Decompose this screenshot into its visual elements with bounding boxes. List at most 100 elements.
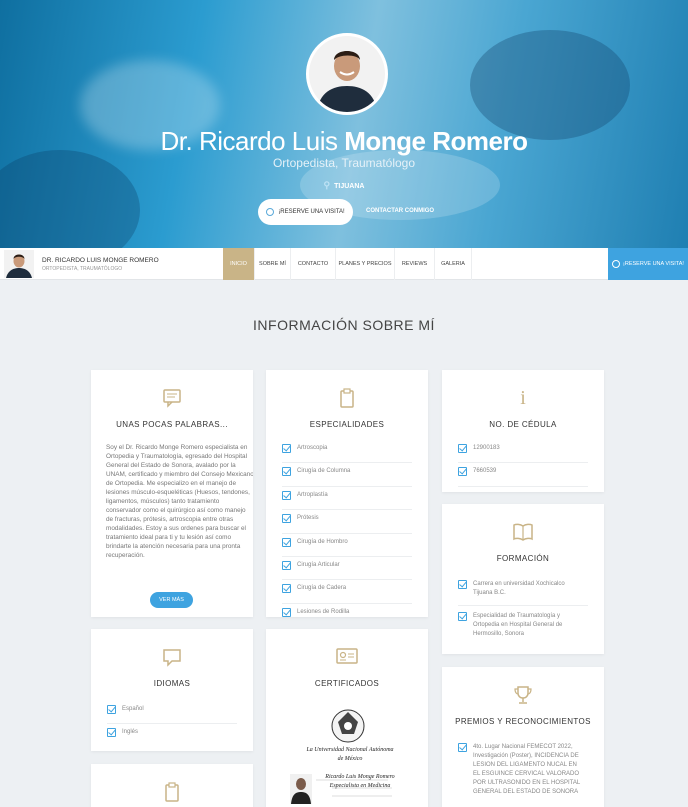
education-card: FORMACIÓN Carrera en universidad Xochica… (442, 504, 604, 654)
nav-item-sobre-mi[interactable]: SOBRE MÍ (255, 248, 291, 280)
checkbox-icon (282, 467, 291, 477)
checkbox-icon (282, 444, 291, 453)
nav-item-galeria[interactable]: GALERIA (435, 248, 472, 280)
certificate-line: La Universidad Nacional Autónoma (306, 747, 394, 753)
certificate-line: Ricardo Luis Monge Romero (325, 774, 395, 780)
see-more-button[interactable]: VER MÁS (150, 592, 193, 608)
doctor-location[interactable]: ⚲ TIJUANA (0, 180, 688, 191)
clipboard-icon (266, 388, 428, 412)
list-item-label: Inglés (122, 729, 139, 736)
checkbox-icon (107, 705, 116, 714)
checkbox-icon (282, 560, 291, 570)
education-list: Carrera en universidad Xochicalco Tijuan… (458, 576, 588, 644)
checkbox-icon (458, 467, 467, 477)
list-item-label: Artroplastía (297, 491, 328, 498)
list-item: Español (107, 701, 237, 725)
contact-me-link[interactable]: CONTACTAR CONMIGO (366, 208, 434, 214)
list-item-label: Cirugía de Hombro (297, 538, 348, 545)
nav-reserve-label: ¡RESERVE UNA VISITA! (623, 261, 684, 267)
list-item-label: Cirugía Articular (297, 561, 340, 568)
list-item-label: Lesiones de Rodilla (297, 608, 350, 615)
certificate-image[interactable]: La Universidad Nacional Autónoma de Méxi… (288, 704, 408, 807)
checkbox-icon (458, 444, 467, 453)
doctor-specialty: Ortopedista, Traumatólogo (272, 156, 416, 170)
hero-banner: Dr. Ricardo Luis Monge Romero Ortopedist… (0, 0, 688, 248)
list-item: Carrera en universidad Xochicalco Tijuan… (458, 576, 588, 606)
doctor-name: Dr. Ricardo Luis Monge Romero (0, 126, 688, 157)
certificate-text: La Universidad Nacional Autónoma de Méxi… (296, 746, 404, 791)
checkbox-icon (282, 584, 291, 594)
education-title: FORMACIÓN (496, 554, 550, 563)
list-item: 12900183 (458, 440, 588, 464)
list-item-label: Prótesis (297, 515, 319, 522)
checkbox-icon (282, 490, 291, 500)
specialties-list: Artroscopia Cirugía de Columna Artroplas… (282, 440, 412, 617)
certificate-line: Especialista en Medicina (329, 783, 391, 789)
location-label: TIJUANA (334, 183, 365, 190)
checkbox-icon (282, 537, 291, 547)
location-pin-icon: ⚲ (323, 180, 331, 190)
awards-title: PREMIOS Y RECONOCIMIENTOS (455, 717, 591, 726)
specialties-title: ESPECIALIDADES (309, 420, 385, 429)
license-card: i NO. DE CÉDULA 12900183 7660539 (442, 370, 604, 492)
checkbox-icon (458, 743, 467, 752)
list-item-label: Cirugía de Columna (297, 468, 351, 475)
reserve-visit-label: ¡RESERVE UNA VISITA! (278, 209, 345, 215)
nav-item-planes[interactable]: PLANES Y PRECIOS (336, 248, 395, 280)
book-icon (442, 522, 604, 546)
list-item-label: 4to. Lugar Nacional FEMECOT 2022, Invest… (473, 744, 581, 795)
awards-card: PREMIOS Y RECONOCIMIENTOS 4to. Lugar Nac… (442, 667, 604, 807)
about-text: Soy el Dr. Ricardo Monge Romero especial… (106, 444, 253, 559)
chat-bubble-icon (91, 647, 253, 671)
list-item: Inglés (107, 724, 237, 747)
list-item: Lesiones de Rodilla (282, 604, 412, 617)
nav-item-reviews[interactable]: REVIEWS (395, 248, 435, 280)
checkbox-icon (458, 612, 467, 621)
checkbox-icon (282, 514, 291, 524)
clock-icon (612, 260, 621, 268)
about-title: UNAS POCAS PALABRAS... (116, 420, 228, 429)
license-title: NO. DE CÉDULA (489, 420, 557, 429)
clipboard-icon (91, 782, 253, 806)
list-item: Cirugía de Hombro (282, 534, 412, 557)
specialties-card: ESPECIALIDADES Artroscopia Cirugía de Co… (266, 370, 428, 617)
nav-item-inicio[interactable]: INICIO (223, 248, 255, 280)
checkbox-icon (282, 607, 291, 617)
checkbox-icon (107, 728, 116, 738)
nav-avatar (4, 250, 34, 278)
about-card: UNAS POCAS PALABRAS... Soy el Dr. Ricard… (91, 370, 253, 617)
awards-list: 4to. Lugar Nacional FEMECOT 2022, Invest… (458, 739, 588, 807)
list-item-label: Español (122, 706, 144, 712)
speech-bubble-icon (91, 388, 253, 412)
list-item: 7660539 (458, 463, 588, 487)
hero-bg-blur (470, 30, 630, 140)
doctor-avatar (306, 33, 388, 115)
list-item-label: Cirugía de Cadera (297, 585, 347, 592)
list-item-label: Especialidad de Traumatología y Ortopedi… (473, 613, 563, 637)
nav-item-contacto[interactable]: CONTACTO (291, 248, 336, 280)
nav-reserve-button[interactable]: ¡RESERVE UNA VISITA! (608, 248, 688, 280)
sticky-nav: DR. RICARDO LUIS MONGE ROMERO ORTOPEDIST… (0, 248, 688, 280)
doctor-last-name: Monge Romero (344, 126, 528, 156)
list-item-label: 7660539 (473, 468, 497, 475)
list-item: Cirugía Articular (282, 557, 412, 581)
nav-doctor-specialty: ORTOPEDISTA, TRAUMATÓLOGO (42, 266, 123, 272)
info-icon: i (520, 387, 526, 409)
list-item-label: Artroscopia (297, 445, 328, 451)
languages-title: IDIOMAS (153, 679, 191, 688)
list-item: Especialidad de Traumatología y Ortopedi… (458, 606, 588, 644)
languages-list: Español Inglés (107, 701, 237, 748)
list-item: Prótesis (282, 510, 412, 534)
list-item: Artroplastía (282, 487, 412, 511)
clock-icon (266, 208, 275, 216)
reserve-visit-button[interactable]: ¡RESERVE UNA VISITA! (258, 199, 353, 225)
list-item-label: Carrera en universidad Xochicalco Tijuan… (473, 581, 565, 596)
list-item: Artroscopia (282, 440, 412, 464)
list-item-label: 12900183 (473, 445, 500, 451)
languages-card: IDIOMAS Español Inglés (91, 629, 253, 751)
id-card-icon (266, 647, 428, 669)
doctor-first-name: Dr. Ricardo Luis (160, 126, 338, 156)
partial-card (91, 764, 253, 807)
nav-doctor-name: DR. RICARDO LUIS MONGE ROMERO (42, 257, 159, 264)
section-title: INFORMACIÓN SOBRE MÍ (253, 317, 435, 333)
